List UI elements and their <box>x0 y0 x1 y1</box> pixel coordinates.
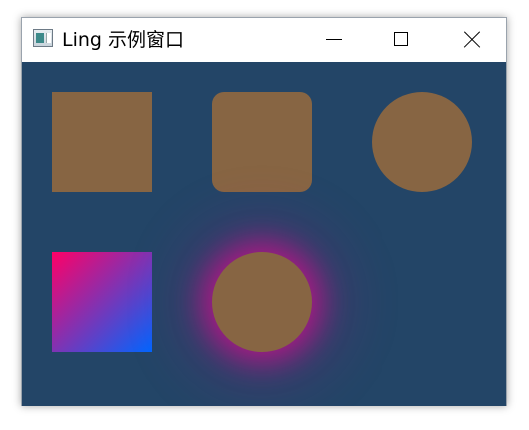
window-title: Ling 示例窗口 <box>62 29 185 51</box>
square-shape <box>52 92 152 192</box>
app-window-icon[interactable] <box>33 29 53 47</box>
minimize-icon <box>326 39 342 40</box>
app-window: Ling 示例窗口 <box>21 17 507 406</box>
maximize-icon <box>394 32 408 46</box>
circle-shape <box>372 92 472 192</box>
gradient-square-shape <box>52 252 152 352</box>
client-area <box>22 62 506 406</box>
minimize-button[interactable] <box>310 18 356 62</box>
title-bar[interactable]: Ling 示例窗口 <box>22 18 506 62</box>
close-icon <box>464 32 480 48</box>
rounded-square-shape <box>212 92 312 192</box>
maximize-button[interactable] <box>379 18 425 62</box>
close-button[interactable] <box>448 18 494 62</box>
glowing-circle-shape <box>212 252 312 352</box>
